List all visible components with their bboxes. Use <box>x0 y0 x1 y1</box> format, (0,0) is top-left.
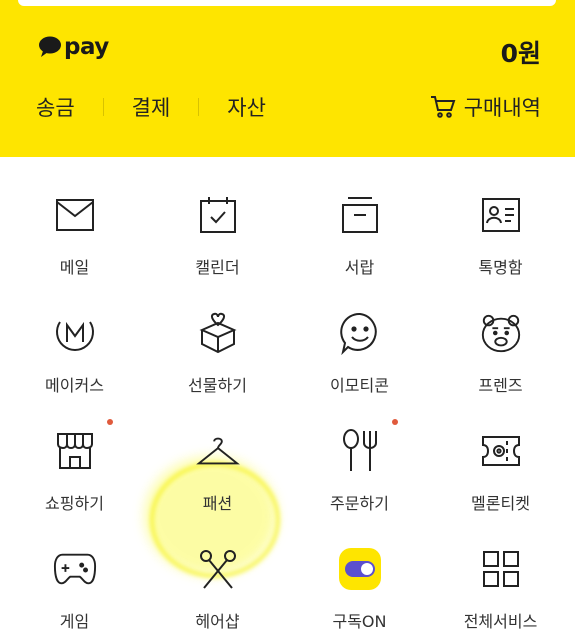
service-melon-ticket[interactable]: 멜론티켓 <box>429 429 572 514</box>
gift-icon <box>196 311 240 355</box>
pay-balance[interactable]: 0원 <box>501 34 541 70</box>
service-label: 게임 <box>59 612 90 631</box>
ticket-icon <box>479 429 523 473</box>
pay-nav: 송금 결제 자산 <box>36 92 266 122</box>
service-shopping[interactable]: 쇼핑하기 <box>3 429 146 514</box>
service-drawer[interactable]: 서랍 <box>288 193 431 278</box>
service-all[interactable]: 전체서비스 <box>429 547 572 632</box>
shop-icon <box>53 429 97 473</box>
nav-divider <box>198 98 200 116</box>
service-hairshop[interactable]: 헤어샵 <box>146 547 289 632</box>
service-label: 톡명함 <box>478 258 523 277</box>
service-label: 메이커스 <box>45 376 104 395</box>
nav-divider <box>102 98 104 116</box>
service-label: 헤어샵 <box>195 612 240 631</box>
cart-icon <box>430 96 456 118</box>
id-card-icon <box>479 193 523 237</box>
pay-panel: pay 0원 송금 결제 자산 구매내역 <box>0 0 575 157</box>
service-grid: 메일 캘린더 서랍 톡명함 메이커스 선물하기 이모티콘 프렌즈 쇼핑하기 패션… <box>0 157 575 637</box>
nav-assets[interactable]: 자산 <box>227 92 266 122</box>
scissors-icon <box>196 547 240 591</box>
makers-icon <box>53 311 97 355</box>
service-label: 프렌즈 <box>478 376 523 395</box>
pay-logo-text: pay <box>64 34 109 60</box>
service-label: 서랍 <box>344 258 375 277</box>
grid-icon <box>479 547 523 591</box>
service-label: 선물하기 <box>188 376 247 395</box>
mail-icon <box>53 193 97 237</box>
service-label: 캘린더 <box>195 258 240 277</box>
hanger-icon <box>195 429 240 473</box>
purchase-history-button[interactable]: 구매내역 <box>430 92 541 122</box>
drawer-icon <box>338 193 382 237</box>
service-gift[interactable]: 선물하기 <box>146 311 289 396</box>
fork-spoon-icon <box>338 429 382 473</box>
order-new-badge <box>392 419 398 425</box>
service-label: 패션 <box>202 494 233 513</box>
service-label: 쇼핑하기 <box>45 494 104 513</box>
service-subscription[interactable]: 구독ON <box>288 547 431 632</box>
service-label: 이모티콘 <box>330 376 389 395</box>
subscription-toggle-icon <box>338 547 382 591</box>
service-namecard[interactable]: 톡명함 <box>429 193 572 278</box>
service-label: 메일 <box>59 258 90 277</box>
service-order[interactable]: 주문하기 <box>288 429 431 514</box>
speech-bubble-icon <box>39 36 61 57</box>
friends-bear-icon <box>479 311 523 355</box>
service-calendar[interactable]: 캘린더 <box>146 193 289 278</box>
purchase-history-label: 구매내역 <box>463 96 541 120</box>
calendar-icon <box>196 193 240 237</box>
nav-payment[interactable]: 결제 <box>132 92 171 122</box>
nav-transfer[interactable]: 송금 <box>36 92 75 122</box>
service-makers[interactable]: 메이커스 <box>3 311 146 396</box>
emoticon-icon <box>338 311 382 355</box>
service-game[interactable]: 게임 <box>3 547 146 632</box>
service-label: 멜론티켓 <box>471 494 530 513</box>
service-label: 전체서비스 <box>463 612 538 631</box>
pay-logo[interactable]: pay <box>38 34 109 60</box>
service-mail[interactable]: 메일 <box>3 193 146 278</box>
service-fashion[interactable]: 패션 <box>146 429 289 514</box>
service-emoticon[interactable]: 이모티콘 <box>288 311 431 396</box>
shopping-new-badge <box>107 419 113 425</box>
service-label: 주문하기 <box>330 494 389 513</box>
service-label: 구독ON <box>332 612 387 631</box>
service-friends[interactable]: 프렌즈 <box>429 311 572 396</box>
gamepad-icon <box>53 547 97 591</box>
search-bar-edge <box>18 0 556 6</box>
